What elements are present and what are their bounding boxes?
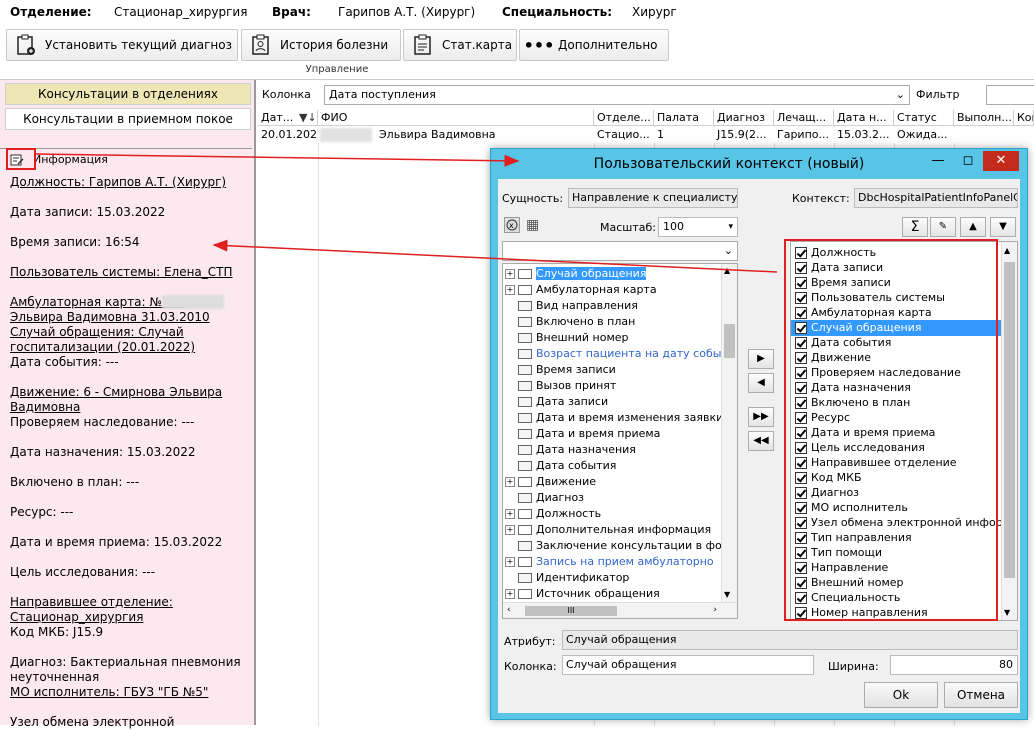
annotation-arrows bbox=[35, 153, 778, 273]
arrow-info-to-dialog bbox=[35, 153, 520, 167]
arrow-list-to-info bbox=[212, 239, 778, 273]
